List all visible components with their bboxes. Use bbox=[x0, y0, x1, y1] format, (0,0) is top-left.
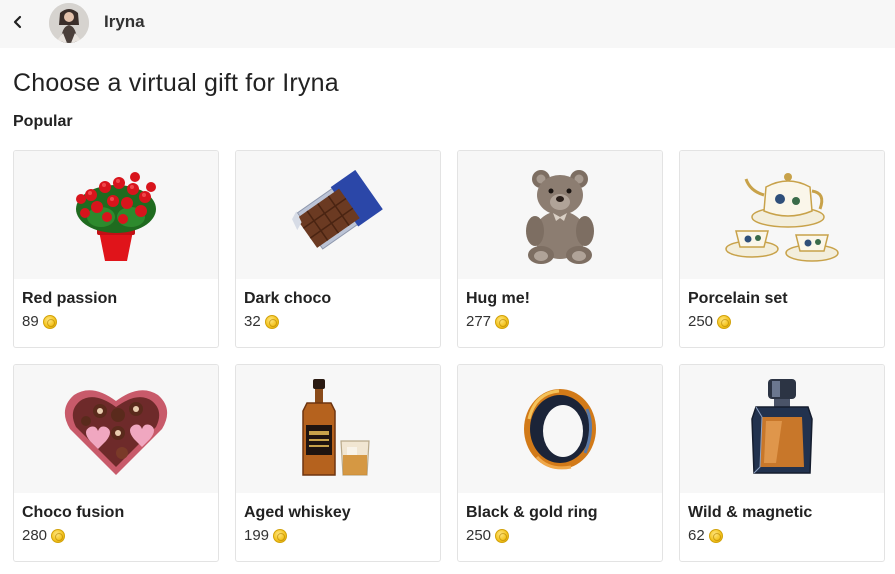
header-user-name[interactable]: Iryna bbox=[104, 12, 145, 32]
teddy-bear-icon bbox=[458, 151, 662, 279]
ring-icon bbox=[458, 365, 662, 493]
coin-icon bbox=[264, 314, 279, 329]
gift-card[interactable]: Red passion 89 bbox=[13, 150, 219, 348]
coin-icon bbox=[717, 314, 732, 329]
gift-price: 280 bbox=[22, 527, 218, 544]
gift-name: Dark choco bbox=[244, 290, 332, 307]
gift-price: 89 bbox=[22, 313, 218, 330]
gift-grid: Red passion 89 Dark choco 32 Hug me! 277… bbox=[13, 150, 885, 562]
gift-name: Choco fusion bbox=[22, 504, 125, 521]
price-value: 199 bbox=[244, 527, 270, 544]
section-title: Popular bbox=[13, 113, 73, 130]
gift-name: Red passion bbox=[22, 290, 118, 307]
heart-chocolate-box-icon bbox=[14, 365, 218, 493]
gift-card[interactable]: Porcelain set 250 bbox=[679, 150, 885, 348]
price-value: 32 bbox=[244, 313, 261, 330]
perfume-bottle-icon bbox=[680, 365, 884, 493]
gift-card[interactable]: Hug me! 277 bbox=[457, 150, 663, 348]
back-arrow-icon[interactable] bbox=[6, 10, 30, 34]
gift-card[interactable]: Choco fusion 280 bbox=[13, 364, 219, 562]
price-value: 89 bbox=[22, 313, 39, 330]
coin-icon bbox=[42, 314, 57, 329]
gift-name: Porcelain set bbox=[688, 290, 788, 307]
price-value: 250 bbox=[466, 527, 492, 544]
price-value: 250 bbox=[688, 313, 714, 330]
gift-name: Wild & magnetic bbox=[688, 504, 813, 521]
top-bar: Iryna bbox=[0, 0, 895, 48]
gift-price: 277 bbox=[466, 313, 662, 330]
price-value: 277 bbox=[466, 313, 492, 330]
coin-icon bbox=[51, 528, 66, 543]
red-roses-icon bbox=[14, 151, 218, 279]
price-value: 280 bbox=[22, 527, 48, 544]
gift-price: 250 bbox=[466, 527, 662, 544]
gift-card[interactable]: Dark choco 32 bbox=[235, 150, 441, 348]
coin-icon bbox=[495, 528, 510, 543]
gift-price: 32 bbox=[244, 313, 440, 330]
gift-price: 199 bbox=[244, 527, 440, 544]
gift-name: Aged whiskey bbox=[244, 504, 351, 521]
coin-icon bbox=[495, 314, 510, 329]
gift-card[interactable]: Wild & magnetic 62 bbox=[679, 364, 885, 562]
gift-card[interactable]: Aged whiskey 199 bbox=[235, 364, 441, 562]
page-title: Choose a virtual gift for Iryna bbox=[13, 69, 339, 97]
avatar[interactable] bbox=[49, 3, 89, 43]
chocolate-bar-icon bbox=[236, 151, 440, 279]
tea-set-icon bbox=[680, 151, 884, 279]
coin-icon bbox=[273, 528, 288, 543]
gift-name: Black & gold ring bbox=[466, 504, 598, 521]
price-value: 62 bbox=[688, 527, 705, 544]
gift-price: 250 bbox=[688, 313, 884, 330]
whiskey-bottle-icon bbox=[236, 365, 440, 493]
gift-name: Hug me! bbox=[466, 290, 530, 307]
gift-card[interactable]: Black & gold ring 250 bbox=[457, 364, 663, 562]
coin-icon bbox=[708, 528, 723, 543]
gift-price: 62 bbox=[688, 527, 884, 544]
